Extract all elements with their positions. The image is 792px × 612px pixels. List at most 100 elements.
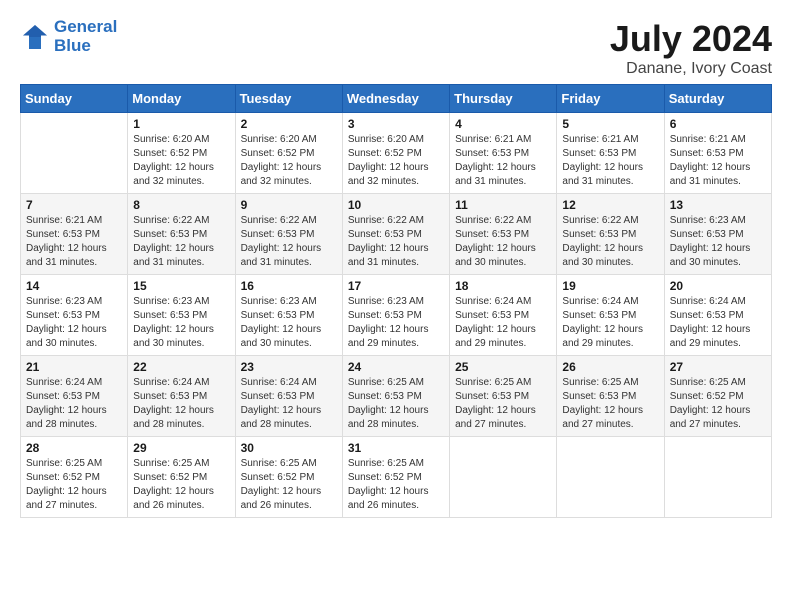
calendar-day-cell: 7Sunrise: 6:21 AM Sunset: 6:53 PM Daylig… xyxy=(21,194,128,275)
calendar-day-cell: 6Sunrise: 6:21 AM Sunset: 6:53 PM Daylig… xyxy=(664,113,771,194)
day-info: Sunrise: 6:25 AM Sunset: 6:53 PM Dayligh… xyxy=(562,376,658,432)
calendar-day-cell: 24 Sunrise: 6:25 AM Sunset: 6:53 PM Dayli… xyxy=(342,356,449,437)
weekday-header: Tuesday xyxy=(235,85,342,113)
calendar-day-cell: 12 Sunrise: 6:22 AM Sunset: 6:53 PM Dayli… xyxy=(557,194,664,275)
calendar-day-cell: 9Sunrise: 6:22 AM Sunset: 6:53 PM Daylig… xyxy=(235,194,342,275)
header: General Blue July 2024 Danane, Ivory Coa… xyxy=(10,10,782,84)
day-info: Sunrise: 6:25 AM Sunset: 6:53 PM Dayligh… xyxy=(348,376,444,432)
day-number: 21 xyxy=(26,360,122,374)
calendar-week-row: 1Sunrise: 6:20 AM Sunset: 6:52 PM Daylig… xyxy=(21,113,772,194)
calendar-day-cell: 17 Sunrise: 6:23 AM Sunset: 6:53 PM Dayli… xyxy=(342,275,449,356)
month-title: July 2024 xyxy=(610,18,772,60)
day-info: Sunrise: 6:24 AM Sunset: 6:53 PM Dayligh… xyxy=(670,295,766,351)
weekday-header: Friday xyxy=(557,85,664,113)
day-number: 22 xyxy=(133,360,229,374)
day-info: Sunrise: 6:24 AM Sunset: 6:53 PM Dayligh… xyxy=(241,376,337,432)
day-info: Sunrise: 6:22 AM Sunset: 6:53 PM Dayligh… xyxy=(133,214,229,270)
day-number: 2 xyxy=(241,117,337,131)
title-area: July 2024 Danane, Ivory Coast xyxy=(610,18,772,78)
calendar-week-row: 21 Sunrise: 6:24 AM Sunset: 6:53 PM Dayli… xyxy=(21,356,772,437)
day-info: Sunrise: 6:25 AM Sunset: 6:53 PM Dayligh… xyxy=(455,376,551,432)
day-number: 7 xyxy=(26,198,122,212)
calendar-day-cell: 30 Sunrise: 6:25 AM Sunset: 6:52 PM Dayli… xyxy=(235,437,342,518)
calendar-day-cell: 2 Sunrise: 6:20 AM Sunset: 6:52 PM Daylig… xyxy=(235,113,342,194)
day-info: Sunrise: 6:22 AM Sunset: 6:53 PM Dayligh… xyxy=(562,214,658,270)
day-info: Sunrise: 6:23 AM Sunset: 6:53 PM Dayligh… xyxy=(26,295,122,351)
day-number: 17 xyxy=(348,279,444,293)
day-number: 26 xyxy=(562,360,658,374)
day-info: Sunrise: 6:22 AM Sunset: 6:53 PM Dayligh… xyxy=(241,214,337,270)
day-number: 20 xyxy=(670,279,766,293)
day-number: 29 xyxy=(133,441,229,455)
calendar-day-cell xyxy=(21,113,128,194)
calendar-day-cell xyxy=(557,437,664,518)
logo-text: General Blue xyxy=(54,18,117,55)
day-number: 30 xyxy=(241,441,337,455)
day-number: 4 xyxy=(455,117,551,131)
calendar-day-cell: 28Sunrise: 6:25 AM Sunset: 6:52 PM Dayli… xyxy=(21,437,128,518)
day-info: Sunrise: 6:20 AM Sunset: 6:52 PM Dayligh… xyxy=(133,133,229,189)
calendar-day-cell: 10 Sunrise: 6:22 AM Sunset: 6:53 PM Dayli… xyxy=(342,194,449,275)
day-number: 5 xyxy=(562,117,658,131)
day-info: Sunrise: 6:25 AM Sunset: 6:52 PM Dayligh… xyxy=(670,376,766,432)
calendar-day-cell: 22 Sunrise: 6:24 AM Sunset: 6:53 PM Dayli… xyxy=(128,356,235,437)
day-info: Sunrise: 6:23 AM Sunset: 6:53 PM Dayligh… xyxy=(670,214,766,270)
day-info: Sunrise: 6:21 AM Sunset: 6:53 PM Dayligh… xyxy=(562,133,658,189)
logo: General Blue xyxy=(20,18,117,55)
weekday-header: Thursday xyxy=(450,85,557,113)
calendar-day-cell: 15 Sunrise: 6:23 AM Sunset: 6:53 PM Dayli… xyxy=(128,275,235,356)
calendar-day-cell xyxy=(450,437,557,518)
calendar-day-cell: 27 Sunrise: 6:25 AM Sunset: 6:52 PM Dayli… xyxy=(664,356,771,437)
calendar-day-cell: 8 Sunrise: 6:22 AM Sunset: 6:53 PM Daylig… xyxy=(128,194,235,275)
calendar-day-cell: 14Sunrise: 6:23 AM Sunset: 6:53 PM Dayli… xyxy=(21,275,128,356)
day-number: 10 xyxy=(348,198,444,212)
calendar-day-cell: 23 Sunrise: 6:24 AM Sunset: 6:53 PM Dayli… xyxy=(235,356,342,437)
calendar-day-cell xyxy=(664,437,771,518)
calendar-day-cell: 21 Sunrise: 6:24 AM Sunset: 6:53 PM Dayli… xyxy=(21,356,128,437)
day-info: Sunrise: 6:24 AM Sunset: 6:53 PM Dayligh… xyxy=(455,295,551,351)
calendar-day-cell: 18 Sunrise: 6:24 AM Sunset: 6:53 PM Dayli… xyxy=(450,275,557,356)
calendar-header-row: SundayMondayTuesdayWednesdayThursdayFrid… xyxy=(21,85,772,113)
day-info: Sunrise: 6:25 AM Sunset: 6:52 PM Dayligh… xyxy=(133,457,229,513)
day-info: Sunrise: 6:22 AM Sunset: 6:53 PM Dayligh… xyxy=(348,214,444,270)
day-info: Sunrise: 6:25 AM Sunset: 6:52 PM Dayligh… xyxy=(241,457,337,513)
day-info: Sunrise: 6:24 AM Sunset: 6:53 PM Dayligh… xyxy=(562,295,658,351)
calendar-day-cell: 25 Sunrise: 6:25 AM Sunset: 6:53 PM Dayli… xyxy=(450,356,557,437)
day-number: 23 xyxy=(241,360,337,374)
day-info: Sunrise: 6:23 AM Sunset: 6:53 PM Dayligh… xyxy=(133,295,229,351)
day-number: 3 xyxy=(348,117,444,131)
weekday-header: Saturday xyxy=(664,85,771,113)
day-number: 15 xyxy=(133,279,229,293)
calendar-week-row: 7Sunrise: 6:21 AM Sunset: 6:53 PM Daylig… xyxy=(21,194,772,275)
day-number: 31 xyxy=(348,441,444,455)
day-info: Sunrise: 6:20 AM Sunset: 6:52 PM Dayligh… xyxy=(241,133,337,189)
day-info: Sunrise: 6:21 AM Sunset: 6:53 PM Dayligh… xyxy=(455,133,551,189)
calendar-day-cell: 29 Sunrise: 6:25 AM Sunset: 6:52 PM Dayli… xyxy=(128,437,235,518)
day-info: Sunrise: 6:23 AM Sunset: 6:53 PM Dayligh… xyxy=(241,295,337,351)
day-info: Sunrise: 6:24 AM Sunset: 6:53 PM Dayligh… xyxy=(133,376,229,432)
day-number: 27 xyxy=(670,360,766,374)
location-title: Danane, Ivory Coast xyxy=(610,60,772,78)
calendar-table: SundayMondayTuesdayWednesdayThursdayFrid… xyxy=(20,84,772,518)
logo-icon xyxy=(20,22,50,52)
day-number: 24 xyxy=(348,360,444,374)
calendar-day-cell: 1Sunrise: 6:20 AM Sunset: 6:52 PM Daylig… xyxy=(128,113,235,194)
day-info: Sunrise: 6:21 AM Sunset: 6:53 PM Dayligh… xyxy=(670,133,766,189)
calendar-day-cell: 5 Sunrise: 6:21 AM Sunset: 6:53 PM Daylig… xyxy=(557,113,664,194)
day-info: Sunrise: 6:20 AM Sunset: 6:52 PM Dayligh… xyxy=(348,133,444,189)
day-info: Sunrise: 6:24 AM Sunset: 6:53 PM Dayligh… xyxy=(26,376,122,432)
day-number: 25 xyxy=(455,360,551,374)
day-number: 12 xyxy=(562,198,658,212)
day-info: Sunrise: 6:23 AM Sunset: 6:53 PM Dayligh… xyxy=(348,295,444,351)
weekday-header: Sunday xyxy=(21,85,128,113)
weekday-header: Monday xyxy=(128,85,235,113)
day-number: 18 xyxy=(455,279,551,293)
day-info: Sunrise: 6:22 AM Sunset: 6:53 PM Dayligh… xyxy=(455,214,551,270)
day-number: 11 xyxy=(455,198,551,212)
day-number: 8 xyxy=(133,198,229,212)
calendar-day-cell: 3 Sunrise: 6:20 AM Sunset: 6:52 PM Daylig… xyxy=(342,113,449,194)
calendar-day-cell: 4 Sunrise: 6:21 AM Sunset: 6:53 PM Daylig… xyxy=(450,113,557,194)
calendar-day-cell: 31Sunrise: 6:25 AM Sunset: 6:52 PM Dayli… xyxy=(342,437,449,518)
day-number: 19 xyxy=(562,279,658,293)
calendar-day-cell: 26 Sunrise: 6:25 AM Sunset: 6:53 PM Dayli… xyxy=(557,356,664,437)
